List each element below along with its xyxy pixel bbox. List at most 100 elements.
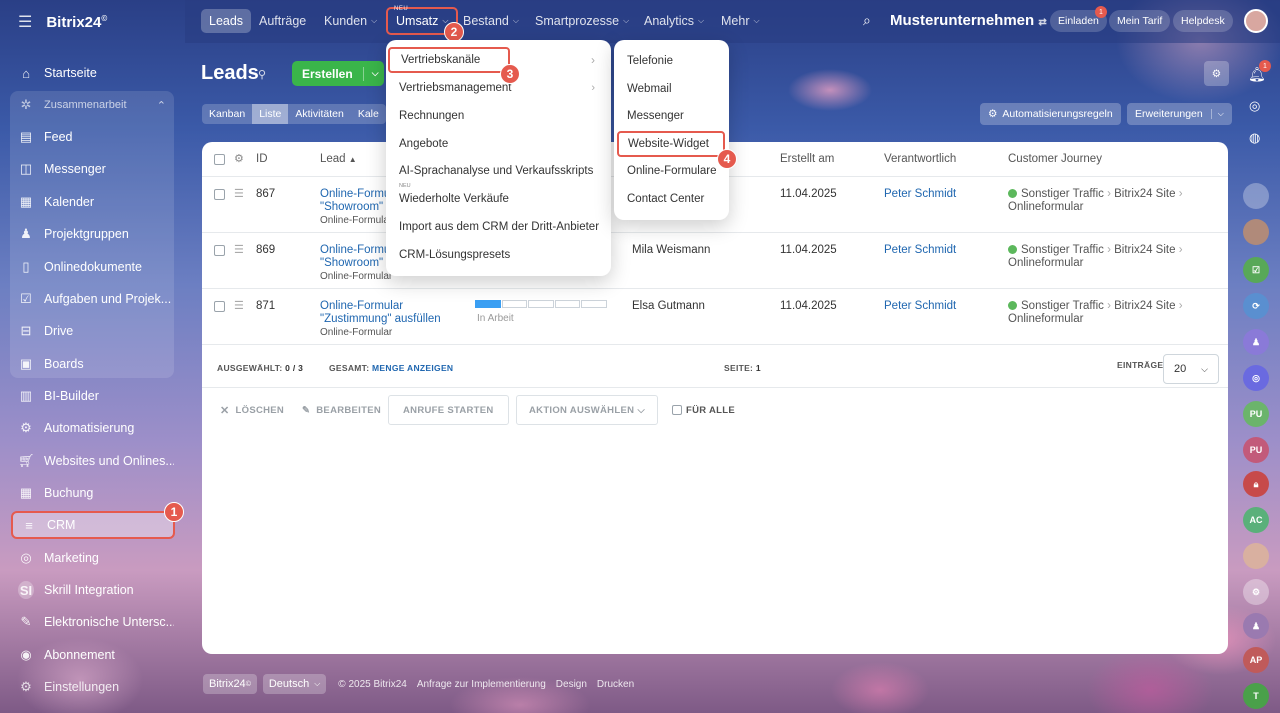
logo[interactable]: ☰ Bitrix24© — [18, 12, 107, 32]
tariff-button[interactable]: Mein Tarif — [1109, 10, 1171, 32]
avatar[interactable] — [1243, 543, 1269, 569]
responsible-link[interactable]: Peter Schmidt — [884, 188, 956, 200]
sidebar-item-startseite[interactable]: ⌂ Startseite — [10, 59, 174, 87]
sidebar-item-buchung[interactable]: ▦ Buchung — [10, 479, 174, 507]
header-responsible[interactable]: Verantwortlich — [884, 153, 956, 165]
progress-segment[interactable] — [528, 300, 554, 308]
pin-icon[interactable]: ⚲ — [258, 68, 266, 81]
sidebar-item-messenger[interactable]: ◫ Messenger — [10, 155, 174, 183]
language-select[interactable]: Deutsch ⌵ — [262, 674, 327, 694]
chat-icon[interactable]: ◍ — [1249, 130, 1260, 146]
spiral-icon[interactable]: ◎ — [1243, 365, 1269, 391]
table-row[interactable]: ☰ 871 Online-Formular "Zustimmung" ausfül… — [202, 289, 1228, 345]
helpdesk-button[interactable]: Helpdesk — [1173, 10, 1233, 32]
tab-liste[interactable]: Liste — [252, 104, 289, 124]
gear-icon[interactable]: ⚙ — [234, 152, 244, 165]
create-button[interactable]: Erstellen ⌵ — [292, 61, 384, 86]
tab-leads[interactable]: Leads — [201, 9, 252, 33]
tab-kunden[interactable]: Kunden ⌵ — [316, 9, 385, 33]
checklist-icon[interactable]: ☑ — [1243, 257, 1269, 283]
entries-per-page-select[interactable]: 20 ⌵ — [1163, 354, 1219, 384]
tab-aktivitaeten[interactable]: Aktivitäten — [288, 104, 350, 124]
avatar-ap[interactable]: AP — [1243, 647, 1269, 673]
header-created[interactable]: Erstellt am — [780, 153, 834, 165]
progress-segment[interactable] — [475, 300, 501, 308]
lead-title[interactable]: Online-Formu "Showroom" Online-Formular — [320, 244, 392, 283]
search-icon[interactable]: ⌕ — [863, 12, 871, 29]
header-lead[interactable]: Lead ▲ — [320, 153, 357, 165]
menu-icon[interactable]: ☰ — [18, 12, 32, 32]
sync-icon[interactable]: ⟳ — [1243, 293, 1269, 319]
design-link[interactable]: Design — [556, 679, 587, 690]
menu-item-webmail[interactable]: Webmail — [614, 76, 729, 102]
tab-smartprozesse[interactable]: Smartprozesse ⌵ — [527, 9, 637, 33]
row-checkbox[interactable] — [214, 245, 225, 256]
tab-kanban[interactable]: Kanban — [202, 104, 252, 124]
lead-title[interactable]: Online-Formul "Showroom" Online-Formular — [320, 188, 393, 227]
drag-handle-icon[interactable]: ☰ — [234, 243, 244, 256]
menu-item-import[interactable]: Import aus dem CRM der Dritt-Anbieter — [386, 214, 611, 240]
avatar[interactable] — [1243, 219, 1269, 245]
drag-handle-icon[interactable]: ☰ — [234, 299, 244, 312]
responsible-link[interactable]: Peter Schmidt — [884, 300, 956, 312]
sidebar-item-kalender[interactable]: ▦ Kalender — [10, 188, 174, 216]
show-count-link[interactable]: MENGE ANZEIGEN — [372, 363, 453, 373]
menu-item-vertriebskanaele[interactable]: Vertriebskanäle — [388, 47, 510, 73]
sidebar-item-einstellungen[interactable]: ⚙ Einstellungen — [10, 673, 174, 701]
sidebar-item-marketing[interactable]: ◎ Marketing — [10, 544, 174, 572]
menu-item-website-widget[interactable]: Website-Widget — [617, 131, 725, 157]
sidebar-item-aufgaben[interactable]: ☑ Aufgaben und Projek... — [10, 285, 174, 313]
group-icon[interactable]: ♟ — [1243, 329, 1269, 355]
sidebar-item-signature[interactable]: ✎ Elektronische Untersc... — [10, 608, 174, 636]
lead-title[interactable]: Online-Formular "Zustimmung" ausfüllen Onl… — [320, 300, 441, 339]
tab-analytics[interactable]: Analytics ⌵ — [636, 9, 712, 33]
extensions-button[interactable]: Erweiterungen ⌵ — [1127, 103, 1232, 125]
status-progress-bar[interactable] — [475, 300, 607, 308]
tab-mehr[interactable]: Mehr ⌵ — [713, 9, 768, 33]
sidebar-item-websites[interactable]: 🛒︎ Websites und Onlines... — [10, 447, 174, 475]
sidebar-group-header[interactable]: ✲ Zusammenarbeit ⌃ — [10, 91, 174, 119]
menu-item-crm-presets[interactable]: CRM-Lösungspresets — [386, 242, 611, 268]
tab-auftraege[interactable]: Aufträge — [251, 9, 314, 33]
delete-action[interactable]: ✕ LÖSCHEN — [220, 395, 284, 425]
drag-handle-icon[interactable]: ☰ — [234, 187, 244, 200]
menu-item-vertriebsmanagement[interactable]: Vertriebsmanagement › — [386, 75, 611, 101]
sidebar-item-abonnement[interactable]: ◉ Abonnement — [10, 641, 174, 669]
sidebar-item-drive[interactable]: ⊟ Drive — [10, 317, 174, 345]
row-checkbox[interactable] — [214, 301, 225, 312]
menu-item-telefonie[interactable]: Telefonie — [614, 48, 729, 74]
sidebar-item-automatisierung[interactable]: ⚙ Automatisierung — [10, 414, 174, 442]
sidebar-item-crm[interactable]: ≡ CRM — [11, 511, 175, 539]
responsible-link[interactable]: Peter Schmidt — [884, 244, 956, 256]
automation-rules-button[interactable]: ⚙ Automatisierungsregeln — [980, 103, 1121, 125]
progress-segment[interactable] — [581, 300, 607, 308]
sidebar-item-projektgruppen[interactable]: ♟ Projektgruppen — [10, 220, 174, 248]
tab-bestand[interactable]: Bestand ⌵ — [455, 9, 527, 33]
sidebar-item-boards[interactable]: ▣ Boards — [10, 350, 174, 378]
group-icon[interactable]: ♟ — [1243, 613, 1269, 639]
menu-item-ai-sprachanalyse[interactable]: AI-Sprachanalyse und Verkaufsskripts — [386, 158, 611, 184]
avatar-pu[interactable]: PU — [1243, 401, 1269, 427]
header-journey[interactable]: Customer Journey — [1008, 153, 1102, 165]
select-all-checkbox[interactable] — [214, 154, 225, 165]
robot-icon[interactable]: ⚙ — [1243, 579, 1269, 605]
implementation-link[interactable]: Anfrage zur Implementierung — [417, 679, 546, 690]
checkbox-box[interactable] — [672, 405, 682, 415]
start-calls-button[interactable]: ANRUFE STARTEN — [388, 395, 509, 425]
avatar-t[interactable]: T — [1243, 683, 1269, 709]
table-row[interactable]: ☰ 869 Online-Formu "Showroom" Online-Formu… — [202, 233, 1228, 289]
for-all-checkbox[interactable]: FÜR ALLE — [672, 395, 735, 425]
sidebar-item-bi-builder[interactable]: ▥ BI-Builder — [10, 382, 174, 410]
header-id[interactable]: ID — [256, 153, 268, 165]
sidebar-item-onlinedokumente[interactable]: ▯ Onlinedokumente — [10, 253, 174, 281]
footer-brand[interactable]: Bitrix24 © — [203, 674, 257, 694]
row-checkbox[interactable] — [214, 189, 225, 200]
menu-item-contact-center[interactable]: Contact Center — [614, 186, 729, 212]
menu-item-messenger[interactable]: Messenger — [614, 103, 729, 129]
target-icon[interactable]: ◎ — [1249, 98, 1260, 114]
menu-item-online-formulare[interactable]: Online-Formulare — [614, 158, 729, 184]
chevron-down-icon[interactable]: ⌵ — [364, 68, 387, 79]
avatar-ac[interactable]: AC — [1243, 507, 1269, 533]
lock-icon[interactable]: 🔒︎ — [1243, 471, 1269, 497]
user-avatar[interactable] — [1244, 9, 1268, 33]
